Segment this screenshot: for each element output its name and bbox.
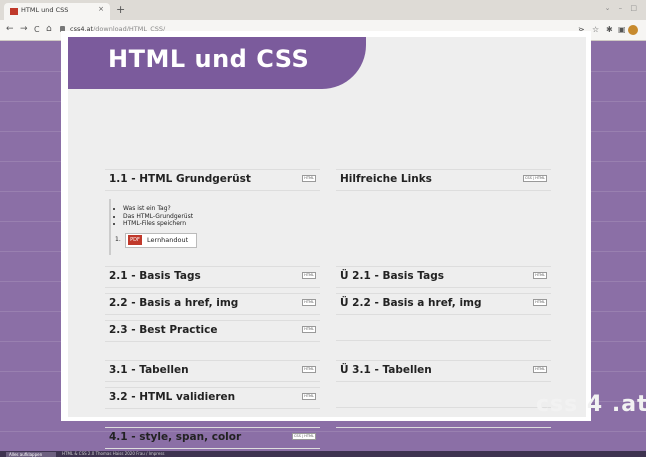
html-badge: HTML	[302, 272, 316, 279]
brand-logo: css 4 .at	[536, 392, 646, 417]
expand-all-label: Alles aufklappen	[9, 452, 43, 457]
section-empty	[336, 320, 551, 341]
page-header: HTML und CSS	[68, 37, 366, 89]
section-title: Hilfreiche Links	[340, 173, 432, 185]
list-item: Das HTML-Grundgerüst	[123, 213, 193, 221]
forward-icon[interactable]: →	[20, 24, 28, 34]
tab-bar: HTML und CSS × + ⌄ – □	[0, 0, 646, 20]
section-2-3[interactable]: 2.3 - Best Practice HTML	[105, 320, 320, 342]
section-ue-2-2[interactable]: Ü 2.2 - Basis a href, img HTML	[336, 293, 551, 315]
section-title: 1.1 - HTML Grundgerüst	[109, 173, 251, 185]
section-4-1[interactable]: 4.1 - style, span, color CSS | HTML	[105, 427, 320, 449]
list-item: HTML-Files speichern	[123, 220, 193, 228]
handout-number: 1.	[115, 236, 121, 243]
section-title: 2.3 - Best Practice	[109, 324, 218, 336]
section-title: 3.1 - Tabellen	[109, 364, 189, 376]
html-badge: HTML	[533, 272, 547, 279]
css-html-badge: CSS | HTML	[522, 175, 547, 182]
section-3-2[interactable]: 3.2 - HTML validieren HTML	[105, 387, 320, 409]
extensions-icon[interactable]: ✱	[606, 25, 613, 34]
html-badge: HTML	[302, 326, 316, 333]
pdf-icon: PDF	[128, 235, 142, 245]
tab-title: HTML und CSS	[21, 6, 69, 14]
back-icon[interactable]: ←	[6, 24, 14, 34]
section-hilfreiche-links[interactable]: Hilfreiche Links CSS | HTML	[336, 169, 551, 191]
lernhandout-button[interactable]: PDF Lernhandout	[125, 233, 197, 248]
browser-tab[interactable]: HTML und CSS ×	[4, 3, 110, 20]
lernhandout-label: Lernhandout	[147, 236, 189, 244]
list-item: Was ist ein Tag?	[123, 205, 193, 213]
avatar[interactable]	[628, 25, 638, 35]
home-icon[interactable]: ⌂	[46, 24, 52, 34]
section-1-1[interactable]: 1.1 - HTML Grundgerüst HTML	[105, 169, 320, 191]
section-title: 2.1 - Basis Tags	[109, 270, 201, 282]
section-title: 3.2 - HTML validieren	[109, 391, 236, 403]
window-controls[interactable]: ⌄ – □	[605, 4, 640, 12]
css-html-badge: CSS | HTML	[291, 433, 316, 440]
page-title: HTML und CSS	[108, 45, 310, 73]
reload-icon[interactable]: C	[34, 25, 40, 34]
html-badge: HTML	[533, 366, 547, 373]
section-empty	[336, 387, 551, 408]
section-3-1[interactable]: 3.1 - Tabellen HTML	[105, 360, 320, 382]
section-ue-3-1[interactable]: Ü 3.1 - Tabellen HTML	[336, 360, 551, 382]
sidebar-icon[interactable]: ▣	[618, 25, 626, 34]
close-tab-icon[interactable]: ×	[98, 5, 104, 13]
favicon-icon	[10, 8, 18, 15]
html-badge: HTML	[302, 299, 316, 306]
section-title: Ü 2.1 - Basis Tags	[340, 270, 444, 282]
html-badge: HTML	[302, 175, 316, 182]
section-2-2[interactable]: 2.2 - Basis a href, img HTML	[105, 293, 320, 315]
footer-text: HTML & CSS 2.0 Thomas Haiss 2020 Frau / …	[62, 451, 165, 456]
html-badge: HTML	[302, 366, 316, 373]
new-tab-button[interactable]: +	[116, 4, 125, 15]
section-title: 2.2 - Basis a href, img	[109, 297, 239, 309]
star-icon[interactable]: ☆	[592, 25, 599, 34]
section-title: 4.1 - style, span, color	[109, 431, 242, 443]
html-badge: HTML	[533, 299, 547, 306]
section-title: Ü 2.2 - Basis a href, img	[340, 297, 482, 309]
html-badge: HTML	[302, 393, 316, 400]
section-ue-2-1[interactable]: Ü 2.1 - Basis Tags HTML	[336, 266, 551, 288]
section-2-1[interactable]: 2.1 - Basis Tags HTML	[105, 266, 320, 288]
section-empty	[336, 427, 551, 448]
topic-list: Was ist ein Tag? Das HTML-Grundgerüst HT…	[113, 205, 193, 228]
expand-all-button[interactable]: Alles aufklappen	[6, 452, 56, 457]
section-title: Ü 3.1 - Tabellen	[340, 364, 432, 376]
